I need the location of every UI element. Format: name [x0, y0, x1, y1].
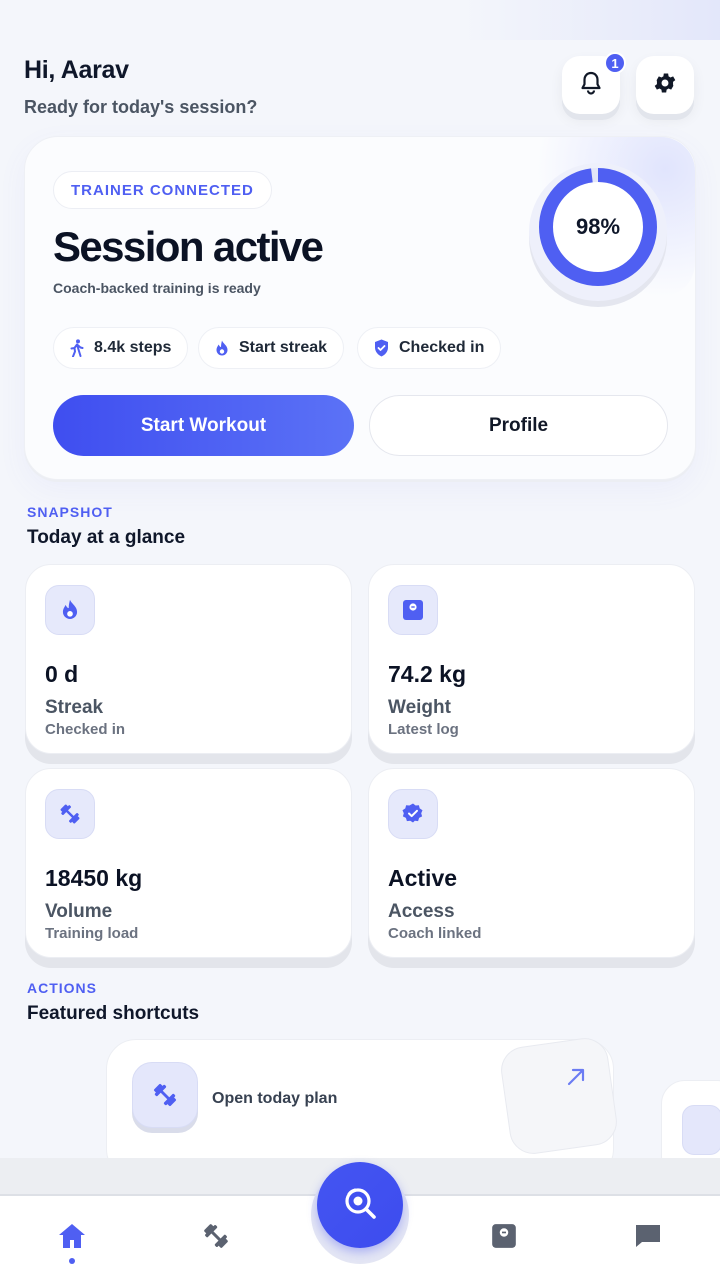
top-glow [460, 0, 720, 40]
verified-badge-icon [388, 789, 438, 839]
scale-icon [491, 1223, 517, 1254]
shortcut-decoration [498, 1035, 620, 1157]
nav-weight[interactable] [474, 1218, 534, 1258]
dumbbell-icon [132, 1062, 198, 1128]
search-fab-button[interactable] [317, 1162, 403, 1248]
notification-badge: 1 [604, 52, 626, 74]
flame-icon [45, 585, 95, 635]
home-icon [57, 1222, 87, 1255]
profile-button[interactable]: Profile [369, 395, 668, 456]
search-icon [341, 1184, 379, 1227]
progress-percent: 98% [575, 214, 621, 239]
chat-icon [633, 1221, 663, 1256]
steps-chip: 8.4k steps [53, 327, 189, 369]
trainer-connected-chip: TRAINER CONNECTED [53, 171, 272, 209]
stat-label: Volume [45, 901, 113, 922]
stat-label: Streak [45, 697, 104, 718]
stat-label: Weight [388, 697, 451, 718]
greeting: Hi, Aarav [24, 56, 129, 84]
snapshot-kicker: SNAPSHOT [27, 504, 113, 520]
header: Hi, Aarav Ready for today's session? [24, 56, 257, 118]
nav-active-indicator [69, 1258, 75, 1264]
dumbbell-icon [201, 1221, 231, 1256]
walking-icon [70, 339, 84, 357]
shield-check-icon [374, 339, 389, 357]
bell-icon [580, 71, 602, 100]
stat-card-streak[interactable]: 0 d Streak Checked in [25, 564, 352, 754]
shortcut-next-icon [682, 1105, 720, 1155]
session-subtitle: Coach-backed training is ready [53, 280, 261, 296]
stat-value: 18450 kg [45, 865, 143, 891]
nav-home[interactable] [42, 1218, 102, 1258]
flame-icon [215, 340, 229, 357]
nav-workouts[interactable] [186, 1218, 246, 1258]
checked-in-chip: Checked in [357, 327, 502, 369]
actions-kicker: ACTIONS [27, 980, 97, 996]
stat-card-access[interactable]: Active Access Coach linked [368, 768, 695, 958]
stat-value: Active [388, 865, 458, 891]
greeting-subtitle: Ready for today's session? [24, 97, 258, 117]
stat-label: Access [388, 901, 455, 922]
stat-sub: Coach linked [388, 925, 482, 942]
notifications-button[interactable]: 1 [562, 52, 626, 114]
arrow-up-right-icon [565, 1066, 587, 1093]
nav-messages[interactable] [618, 1218, 678, 1258]
stat-sub: Training load [45, 925, 139, 942]
dumbbell-icon [45, 789, 95, 839]
progress-ring: 98% [529, 163, 667, 301]
stat-value: 0 d [45, 661, 79, 687]
stat-sub: Latest log [388, 721, 459, 738]
snapshot-title: Today at a glance [27, 527, 186, 548]
stat-value: 74.2 kg [388, 661, 466, 687]
start-workout-button[interactable]: Start Workout [53, 395, 354, 456]
actions-title: Featured shortcuts [27, 1003, 200, 1024]
shortcut-label: Open today plan [212, 1090, 338, 1107]
checked-in-label: Checked in [399, 339, 485, 356]
session-title: Session active [53, 223, 324, 270]
streak-chip: Start streak [198, 327, 345, 369]
session-card: TRAINER CONNECTED Session active Coach-b… [24, 136, 696, 480]
streak-chip-label: Start streak [239, 339, 328, 356]
stat-card-volume[interactable]: 18450 kg Volume Training load [25, 768, 352, 958]
stat-sub: Checked in [45, 721, 126, 738]
stat-card-weight[interactable]: 74.2 kg Weight Latest log [368, 564, 695, 754]
settings-button[interactable] [636, 56, 694, 114]
scale-icon [388, 585, 438, 635]
gear-icon [652, 70, 678, 101]
steps-label: 8.4k steps [94, 339, 172, 356]
